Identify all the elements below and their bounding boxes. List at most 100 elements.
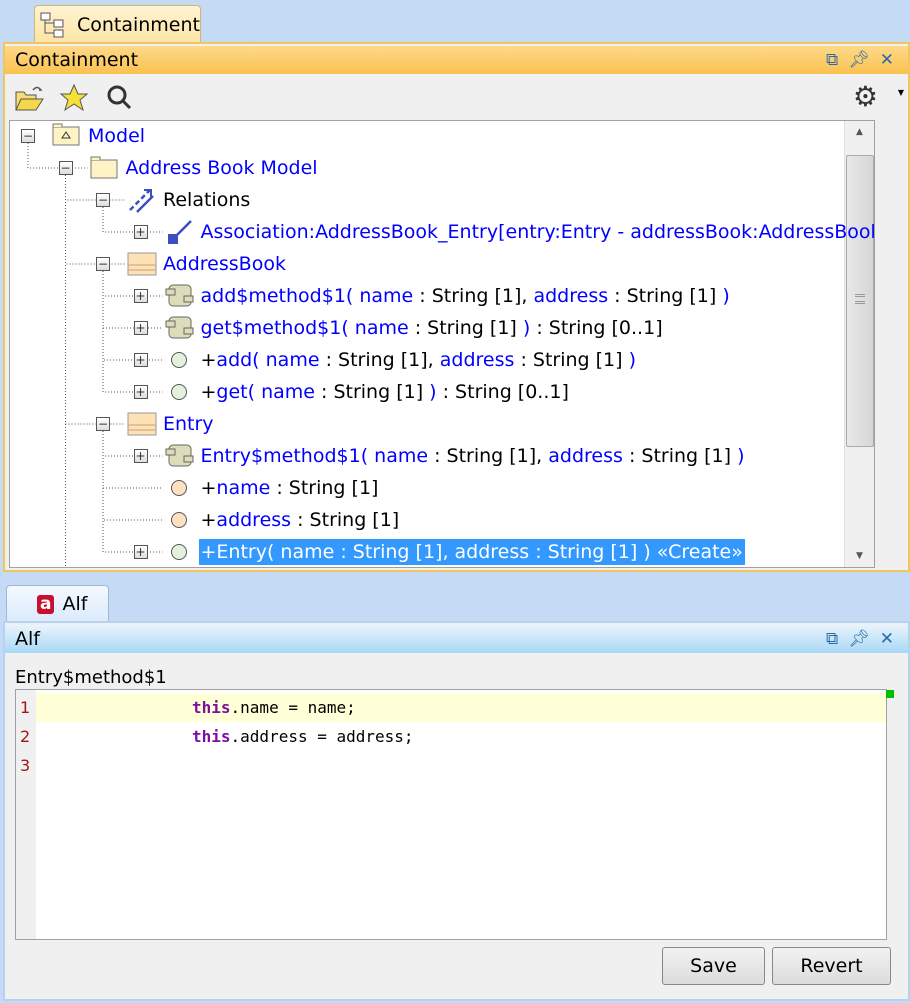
tree-item-text: : String [1],: [319, 349, 440, 371]
scroll-thumb[interactable]: [846, 155, 874, 447]
collapse-toggle[interactable]: −: [96, 257, 110, 271]
status-marker: [886, 690, 894, 698]
settings-gear-icon[interactable]: ⚙: [853, 80, 878, 113]
behavior-icon: [165, 442, 195, 470]
class-icon: [127, 410, 157, 438]
containment-tree-icon: [40, 12, 64, 37]
tree-item-text: : String [1]: [270, 477, 379, 499]
tree-item-text: +Entry( name : String [1], address : Str…: [200, 541, 743, 563]
pin-icon[interactable]: 📌︎: [848, 50, 870, 70]
tree-item-text: name: [374, 445, 429, 467]
element-name-label: Entry$method$1: [15, 667, 167, 688]
tree-item-text: name: [261, 381, 315, 403]
tab-alf[interactable]: a Alf: [6, 585, 109, 622]
tree-item-text: : String [1],: [413, 285, 534, 307]
containment-panel: Containment ⧉ 📌︎ ✕ ⚙ ▼ ▲ ▼ − Model − Addres…: [3, 42, 910, 572]
tree-item-text: name: [359, 285, 414, 307]
pin-icon[interactable]: 📌︎: [848, 629, 870, 649]
expand-toggle[interactable]: +: [133, 225, 148, 239]
tree-scrollbar[interactable]: ▲ ▼: [844, 121, 874, 567]
tree-item[interactable]: AddressBook: [161, 251, 288, 277]
close-icon[interactable]: ✕: [880, 50, 894, 70]
tree-item-text: : String [1]: [514, 349, 629, 371]
keyword: this: [192, 698, 231, 717]
tree-item[interactable]: Association:AddressBook_Entry[entry:Entr…: [199, 219, 875, 245]
tree-connector: [65, 175, 125, 425]
favorite-star-icon[interactable]: [58, 82, 90, 114]
operation-icon: [165, 378, 195, 406]
expand-toggle[interactable]: +: [133, 321, 148, 335]
search-icon[interactable]: [103, 82, 135, 114]
tree-item-text: ): [722, 285, 730, 307]
model-icon: [52, 122, 82, 150]
tree-item-text: ): [429, 381, 437, 403]
expand-toggle[interactable]: +: [133, 289, 148, 303]
tree-item[interactable]: +address : String [1]: [199, 507, 402, 533]
settings-dropdown-arrow[interactable]: ▼: [898, 88, 904, 97]
toolbar: ⚙ ▼: [5, 78, 908, 118]
collapse-toggle[interactable]: −: [58, 161, 73, 175]
tab-containment[interactable]: Containment: [34, 5, 201, 43]
tree-item[interactable]: Entry: [161, 411, 216, 437]
tree-item[interactable]: Model: [86, 123, 147, 149]
tree-item-text: address: [548, 445, 623, 467]
tree-item-text: name: [216, 477, 271, 499]
close-icon[interactable]: ✕: [880, 629, 894, 649]
tab-label: Containment: [76, 13, 200, 36]
tree-item-text: get$method$1(: [200, 317, 355, 339]
tree-item-text: address: [216, 509, 292, 531]
containment-tree: ▲ ▼ − Model − Address Book Model − Relations +…: [9, 120, 875, 568]
expand-toggle[interactable]: +: [133, 449, 148, 463]
expand-toggle[interactable]: +: [133, 545, 148, 559]
tree-item[interactable]: Entry$method$1( name : String [1], addre…: [199, 443, 747, 469]
tree-item-text: +: [200, 349, 217, 371]
tree-item-text: : String [1]: [291, 509, 400, 531]
collapse-toggle[interactable]: −: [21, 129, 35, 143]
property-icon: [165, 474, 195, 502]
scroll-up-arrow[interactable]: ▲: [845, 127, 874, 137]
scroll-down-arrow[interactable]: ▼: [845, 551, 874, 561]
collapse-toggle[interactable]: −: [96, 417, 110, 431]
tree-item[interactable]: Address Book Model: [124, 155, 320, 181]
tree-item-selected[interactable]: +Entry( name : String [1], address : Str…: [198, 539, 745, 565]
property-icon: [165, 506, 195, 534]
tree-item-text: Entry$method$1(: [200, 445, 375, 467]
tree-item-text: : String [1]: [314, 381, 430, 403]
expand-toggle[interactable]: +: [133, 385, 148, 399]
tree-item[interactable]: +get( name : String [1] ) : String [0..1…: [199, 379, 571, 405]
line-number: 3: [20, 756, 31, 775]
undock-icon[interactable]: ⧉: [826, 50, 838, 70]
code-editor[interactable]: 1 this.name = name; 2 this.address = addres…: [15, 689, 894, 940]
behavior-icon: [165, 282, 195, 310]
tree-item[interactable]: get$method$1( name : String [1] ) : Stri…: [199, 315, 665, 341]
undock-icon[interactable]: ⧉: [826, 629, 838, 649]
save-button[interactable]: Save: [662, 947, 765, 985]
alf-logo-icon: a: [37, 594, 55, 614]
open-icon[interactable]: [13, 82, 45, 114]
tree-connector: [65, 175, 125, 265]
tree-item[interactable]: +add( name : String [1], address : Strin…: [199, 347, 639, 373]
expand-toggle[interactable]: +: [133, 353, 148, 367]
tree-item[interactable]: +name : String [1]: [199, 475, 381, 501]
tab-label: Alf: [62, 593, 88, 615]
containment-titlebar: Containment ⧉ 📌︎ ✕: [5, 46, 908, 74]
tree-item-text: ): [628, 349, 637, 371]
tree-item-text: : String [0..1]: [530, 317, 663, 339]
keyword: this: [192, 727, 231, 746]
tree-item-text: : String [1],: [428, 445, 549, 467]
revert-button[interactable]: Revert: [772, 947, 891, 985]
alf-panel: Alf ⧉ 📌︎ ✕ Entry$method$1 1 this.name = n…: [3, 621, 910, 1001]
collapse-toggle[interactable]: −: [96, 193, 110, 207]
folder-icon: [90, 154, 120, 182]
code-line: 1 this.name = name;: [20, 693, 886, 722]
tree-item-text: Model: [88, 125, 146, 147]
tree-item-text: add$method$1(: [200, 285, 360, 307]
tree-item-text: ): [737, 445, 745, 467]
tree-item-text: +: [200, 477, 217, 499]
tree-item-text: address: [439, 349, 515, 371]
tree-item[interactable]: Relations: [161, 187, 252, 213]
tree-item-text: Relations: [163, 189, 251, 211]
alf-titlebar: Alf ⧉ 📌︎ ✕: [5, 625, 908, 653]
tree-item[interactable]: add$method$1( name : String [1], address…: [199, 283, 732, 309]
relations-icon: [127, 186, 157, 214]
